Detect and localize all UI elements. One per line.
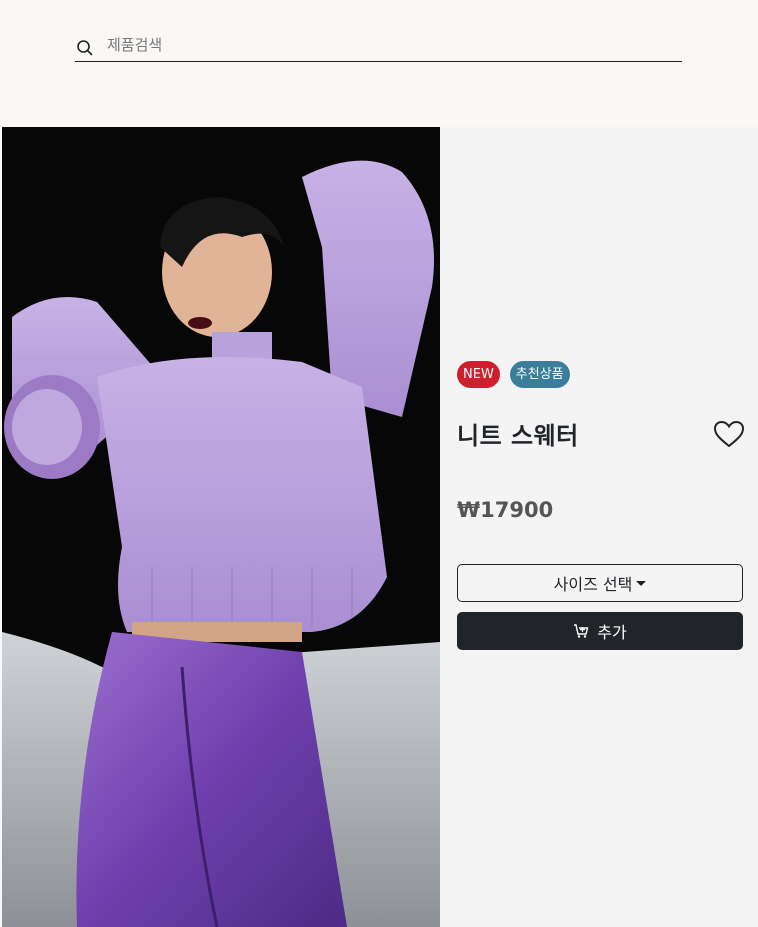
size-select-button[interactable]: 사이즈 선택: [457, 564, 743, 602]
product-info: NEW 추천상품 니트 스웨터 ₩17900 사이즈 선택 추가: [457, 361, 745, 650]
title-row: 니트 스웨터: [457, 416, 745, 450]
product-image: [2, 127, 440, 927]
product-price: ₩17900: [457, 498, 554, 522]
new-badge: NEW: [457, 361, 500, 388]
search-icon[interactable]: [76, 39, 94, 57]
search-input[interactable]: [107, 31, 667, 58]
size-select-label: 사이즈 선택: [553, 575, 633, 594]
heart-icon[interactable]: [713, 420, 745, 448]
add-to-cart-button[interactable]: 추가: [457, 612, 743, 650]
search-bar: [75, 28, 682, 62]
add-button-label: 추가: [597, 623, 627, 642]
product-title: 니트 스웨터: [457, 422, 579, 450]
cart-plus-icon: [574, 624, 589, 638]
recommended-badge: 추천상품: [509, 361, 570, 388]
product-card: NEW 추천상품 니트 스웨터 ₩17900 사이즈 선택 추가: [2, 127, 758, 927]
caret-down-icon: [636, 580, 647, 586]
badge-list: NEW 추천상품: [457, 361, 743, 388]
